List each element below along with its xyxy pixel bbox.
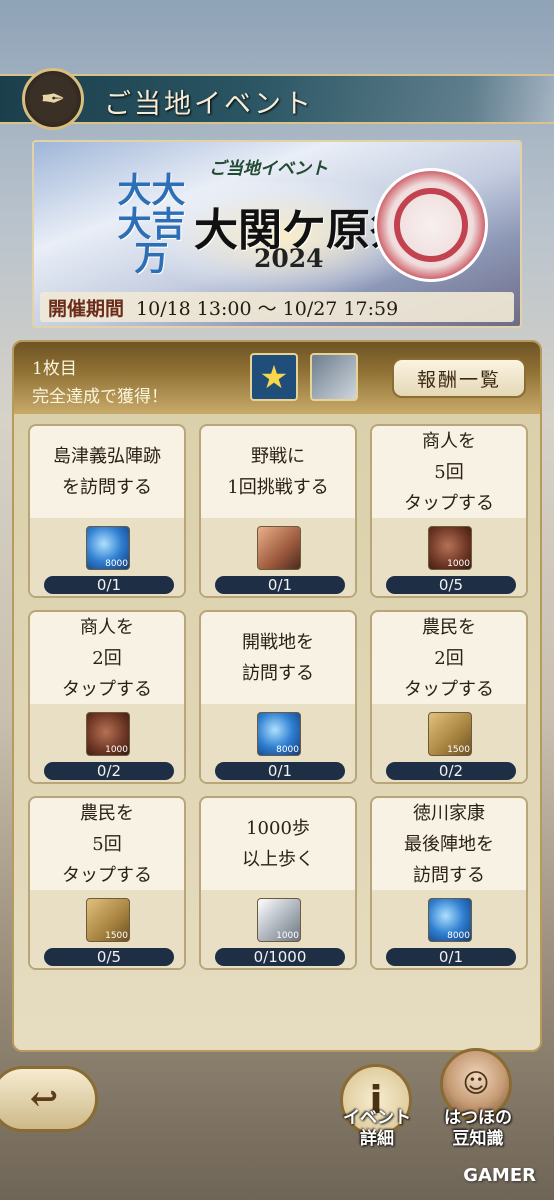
mission-progress: 0/2	[44, 762, 174, 780]
mission-progress: 0/1	[215, 576, 345, 594]
mission-text: 島津義弘陣跡 を訪問する	[53, 446, 161, 498]
orb-icon: 8000	[257, 712, 301, 756]
mission-card[interactable]: 野戦に 1回挑戦する 0/1	[199, 424, 357, 598]
mission-text: 農民を 2回 タップする	[404, 616, 494, 700]
mission-reward-area: 1500 0/5	[30, 890, 184, 968]
mission-progress: 0/5	[386, 576, 516, 594]
item-quantity: 8000	[447, 931, 470, 941]
gamer-watermark: GAMER	[463, 1165, 536, 1186]
hatsu-tips-label: はつほの 豆知識	[444, 1108, 512, 1149]
mission-text: 農民を 5回 タップする	[62, 802, 152, 886]
period-label: 開催期間	[48, 297, 125, 320]
reward-note: 完全達成で獲得！	[32, 387, 168, 407]
coin-icon: 1000	[428, 526, 472, 570]
mission-card[interactable]: 1000歩 以上歩く 1000 0/1000	[199, 796, 357, 970]
mission-card[interactable]: 農民を 2回 タップする 1500 0/2	[370, 610, 528, 784]
mission-progress: 0/5	[44, 948, 174, 966]
event-details-label: イベント 詳細	[343, 1108, 411, 1149]
mission-text: 野戦に 1回挑戦する	[227, 446, 329, 498]
feather-brush-icon: ✒	[22, 68, 84, 130]
mission-text: 開戦地を 訪問する	[242, 632, 314, 684]
banner-subtitle: ご当地イベント	[209, 159, 328, 179]
mission-progress: 0/1	[44, 576, 174, 594]
mission-reward-area: 1500 0/2	[372, 704, 526, 782]
item-quantity: 1000	[447, 559, 470, 569]
mission-text: 徳川家康 最後陣地を 訪問する	[404, 802, 494, 886]
mission-reward-area: 1000 0/5	[372, 518, 526, 596]
mission-text: 1000歩 以上歩く	[242, 818, 314, 870]
mission-card[interactable]: 島津義弘陣跡 を訪問する 8000 0/1	[28, 424, 186, 598]
mission-reward-area: 8000 0/1	[30, 518, 184, 596]
mission-progress: 0/1	[386, 948, 516, 966]
mission-reward-area: 1000 0/1000	[201, 890, 355, 968]
mission-progress: 0/2	[386, 762, 516, 780]
mission-card[interactable]: 農民を 5回 タップする 1500 0/5	[28, 796, 186, 970]
silver-icon: 1000	[257, 898, 301, 942]
reward-list-button[interactable]: 報酬一覧	[392, 358, 526, 398]
mission-text: 商人を 2回 タップする	[62, 616, 152, 700]
orb-icon: 8000	[86, 526, 130, 570]
item-quantity: 1000	[105, 745, 128, 755]
mission-reward-area: 8000 0/1	[201, 704, 355, 782]
bale-icon: 1500	[86, 898, 130, 942]
mission-card[interactable]: 開戦地を 訪問する 8000 0/1	[199, 610, 357, 784]
item-quantity: 8000	[276, 745, 299, 755]
item-quantity: 1000	[276, 931, 299, 941]
mission-reward-area: 1000 0/2	[30, 704, 184, 782]
mission-reward-area: 0/1	[201, 518, 355, 596]
bag-icon	[257, 526, 301, 570]
orb-icon: 8000	[428, 898, 472, 942]
mission-panel: 1枚目 完全達成で獲得！ ★ 報酬一覧 島津義弘陣跡 を訪問する 8000 0/1 野…	[12, 340, 542, 1052]
mission-card[interactable]: 商人を 2回 タップする 1000 0/2	[28, 610, 186, 784]
back-button[interactable]: ↩	[0, 1066, 98, 1132]
silver-plate-reward-icon[interactable]	[310, 353, 358, 401]
bale-icon: 1500	[428, 712, 472, 756]
banner-year: 2024	[254, 244, 324, 273]
mission-card[interactable]: 徳川家康 最後陣地を 訪問する 8000 0/1	[370, 796, 528, 970]
crest-icon	[374, 168, 488, 282]
event-period: 開催期間 10/18 13:00 ～ 10/27 17:59	[40, 292, 514, 322]
sheet-label: 1枚目	[32, 359, 77, 379]
period-value: 10/18 13:00 ～ 10/27 17:59	[136, 297, 399, 320]
item-quantity: 1500	[105, 931, 128, 941]
page-title: ご当地イベント	[104, 89, 314, 120]
banner-side-text: 大大大吉万	[117, 171, 186, 279]
mission-reward-area: 8000 0/1	[372, 890, 526, 968]
star-reward-icon[interactable]: ★	[250, 353, 298, 401]
mission-card[interactable]: 商人を 5回 タップする 1000 0/5	[370, 424, 528, 598]
event-banner: ご当地イベント 大大大吉万 大関ケ原祭 2024 開催期間 10/18 13:0…	[32, 140, 522, 328]
panel-header: 1枚目 完全達成で獲得！ ★ 報酬一覧	[14, 342, 540, 414]
coin-icon: 1000	[86, 712, 130, 756]
mission-progress: 0/1000	[215, 948, 345, 966]
item-quantity: 1500	[447, 745, 470, 755]
item-quantity: 8000	[105, 559, 128, 569]
mission-progress: 0/1	[215, 762, 345, 780]
mission-text: 商人を 5回 タップする	[404, 430, 494, 514]
